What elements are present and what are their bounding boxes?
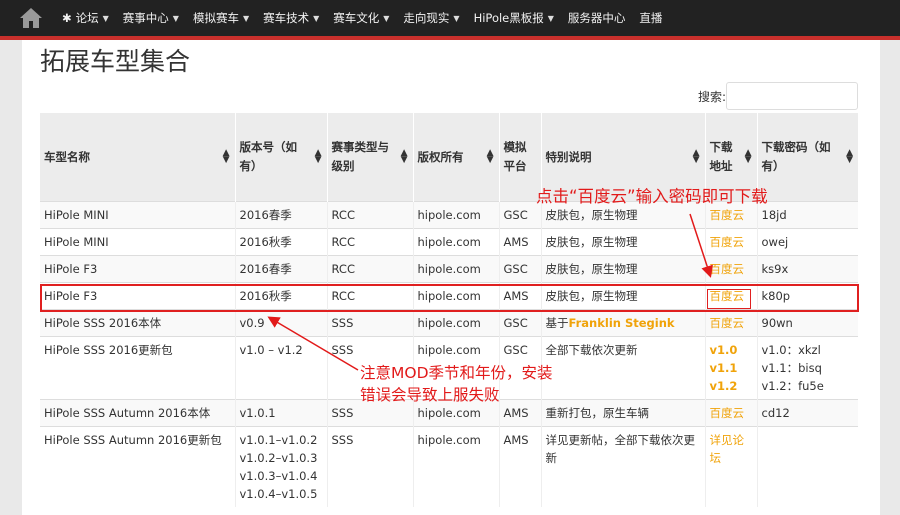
arrow-to-download [689,213,713,278]
arrow-to-version [267,316,359,371]
annotation-arrows [267,213,713,371]
annotation-download-hint: 点击“百度云”输入密码即可下载 [536,187,768,206]
annotation-version-warning: 注意MOD季节和年份，安装错误会导致上服失败 [360,364,553,404]
